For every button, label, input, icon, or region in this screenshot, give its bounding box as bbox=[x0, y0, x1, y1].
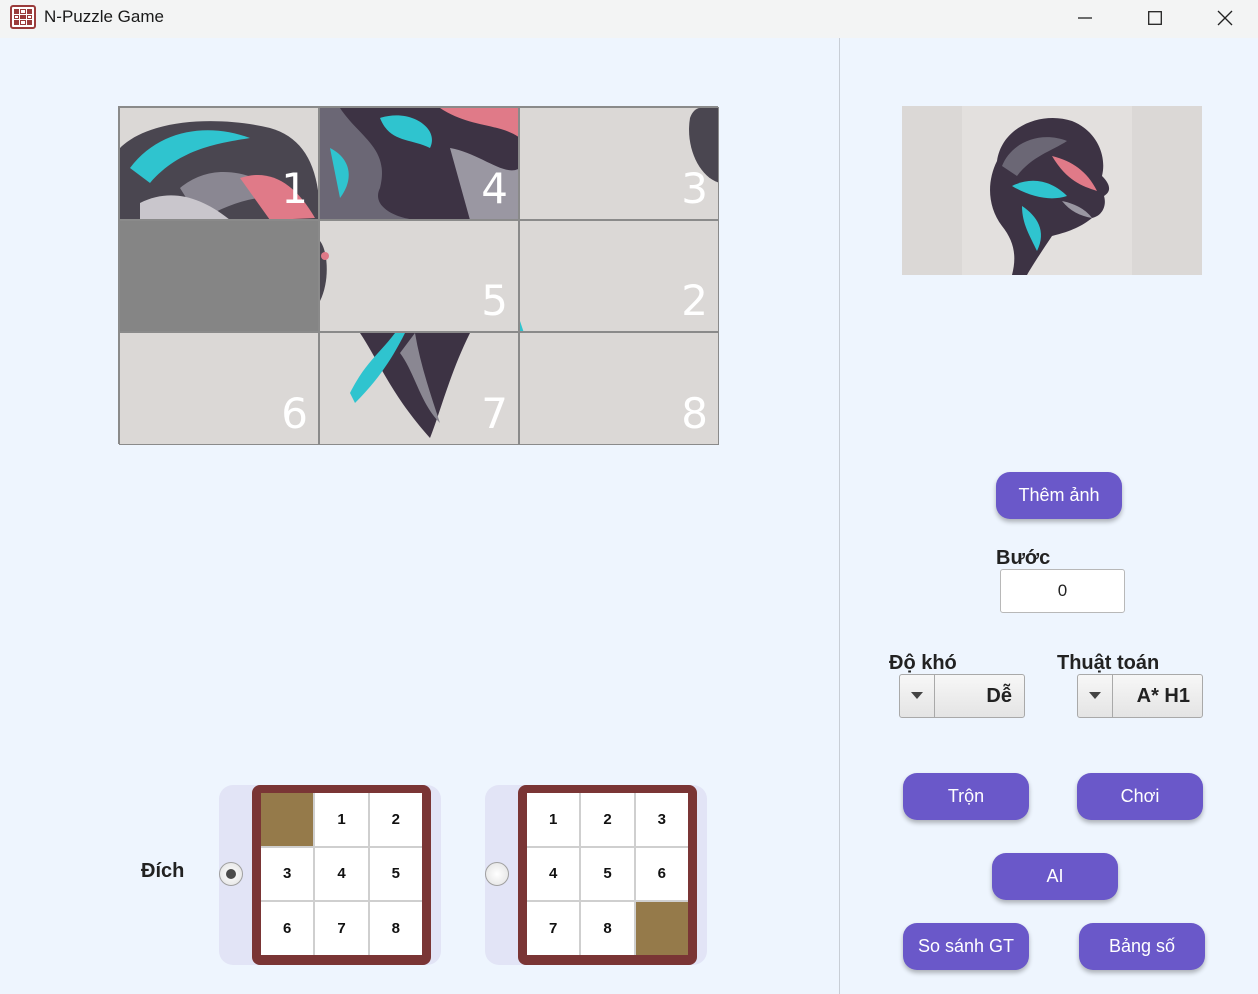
goal-radio-blank-first[interactable] bbox=[219, 862, 243, 886]
radio-selected-dot bbox=[226, 869, 236, 879]
puzzle-tile[interactable]: 7 bbox=[319, 332, 519, 445]
goal-cell: 5 bbox=[369, 847, 422, 901]
puzzle-tile[interactable]: 2 bbox=[519, 219, 719, 333]
algorithm-value: A* H1 bbox=[1136, 684, 1190, 707]
tile-number: 8 bbox=[681, 388, 708, 438]
tile-number: 4 bbox=[481, 163, 508, 213]
chevron-down-icon bbox=[900, 675, 935, 717]
maximize-icon bbox=[1148, 11, 1162, 25]
goal-cell: 1 bbox=[527, 793, 580, 846]
steps-field: 0 bbox=[1000, 569, 1125, 613]
difficulty-label: Độ khó bbox=[889, 652, 957, 674]
algorithm-select[interactable]: A* H1 bbox=[1077, 674, 1203, 718]
goal-cell: 2 bbox=[581, 793, 634, 846]
goal-cell: 8 bbox=[581, 902, 634, 955]
puzzle-tile[interactable]: 1 bbox=[119, 107, 319, 220]
minimize-button[interactable] bbox=[1050, 0, 1120, 36]
empty-tile[interactable] bbox=[119, 219, 319, 333]
puzzle-tile[interactable]: 5 bbox=[319, 219, 519, 333]
maximize-button[interactable] bbox=[1120, 0, 1190, 36]
puzzle-board: 1 4 3 5 2 6 7 8 bbox=[118, 106, 719, 445]
goal-cell: 3 bbox=[635, 793, 688, 846]
tile-number: 3 bbox=[681, 163, 708, 213]
puzzle-app-icon bbox=[10, 5, 36, 29]
puzzle-tile[interactable]: 8 bbox=[519, 332, 719, 445]
goal-cell: 4 bbox=[315, 847, 368, 901]
goal-cell bbox=[261, 793, 314, 846]
preview-image bbox=[902, 106, 1202, 275]
goal-cell: 1 bbox=[315, 793, 368, 846]
chevron-down-icon bbox=[1078, 675, 1113, 717]
panel-divider bbox=[839, 38, 840, 994]
tile-number: 5 bbox=[481, 276, 508, 326]
steps-label: Bước bbox=[996, 547, 1051, 569]
title-bar: N-Puzzle Game bbox=[0, 0, 1258, 38]
goal-preview-blank-last: 1 2 3 4 5 6 7 8 bbox=[518, 785, 697, 965]
goal-cell: 5 bbox=[581, 847, 634, 901]
close-icon bbox=[1217, 10, 1233, 26]
goal-cell: 6 bbox=[261, 902, 314, 955]
goal-cell: 6 bbox=[635, 847, 688, 901]
minimize-icon bbox=[1078, 17, 1092, 19]
tile-number: 1 bbox=[281, 163, 308, 213]
goal-cell bbox=[635, 902, 688, 955]
window-title: N-Puzzle Game bbox=[44, 7, 164, 26]
puzzle-tile[interactable]: 3 bbox=[519, 107, 719, 220]
head-artwork-image bbox=[962, 106, 1132, 275]
goal-preview-blank-first: 1 2 3 4 5 6 7 8 bbox=[252, 785, 431, 965]
goal-cell: 3 bbox=[261, 847, 314, 901]
shuffle-button[interactable]: Trộn bbox=[903, 773, 1029, 820]
tile-number: 2 bbox=[681, 276, 708, 326]
goal-cell: 2 bbox=[369, 793, 422, 846]
compare-algorithms-button[interactable]: So sánh GT bbox=[903, 923, 1029, 970]
close-button[interactable] bbox=[1190, 0, 1258, 36]
goal-cell: 4 bbox=[527, 847, 580, 901]
add-image-button[interactable]: Thêm ảnh bbox=[996, 472, 1122, 519]
tile-number: 6 bbox=[281, 388, 308, 438]
goal-cell: 7 bbox=[527, 902, 580, 955]
goal-cell: 7 bbox=[315, 902, 368, 955]
goal-radio-blank-last[interactable] bbox=[485, 862, 509, 886]
algorithm-label: Thuật toán bbox=[1057, 652, 1160, 674]
goal-cell: 8 bbox=[369, 902, 422, 955]
tile-number: 7 bbox=[481, 388, 508, 438]
puzzle-tile[interactable]: 6 bbox=[119, 332, 319, 445]
puzzle-tile[interactable]: 4 bbox=[319, 107, 519, 220]
goal-label: Đích bbox=[141, 860, 185, 882]
ai-button[interactable]: AI bbox=[992, 853, 1118, 900]
number-table-button[interactable]: Bảng số bbox=[1079, 923, 1205, 970]
difficulty-select[interactable]: Dễ bbox=[899, 674, 1025, 718]
play-button[interactable]: Chơi bbox=[1077, 773, 1203, 820]
difficulty-value: Dễ bbox=[986, 684, 1012, 707]
